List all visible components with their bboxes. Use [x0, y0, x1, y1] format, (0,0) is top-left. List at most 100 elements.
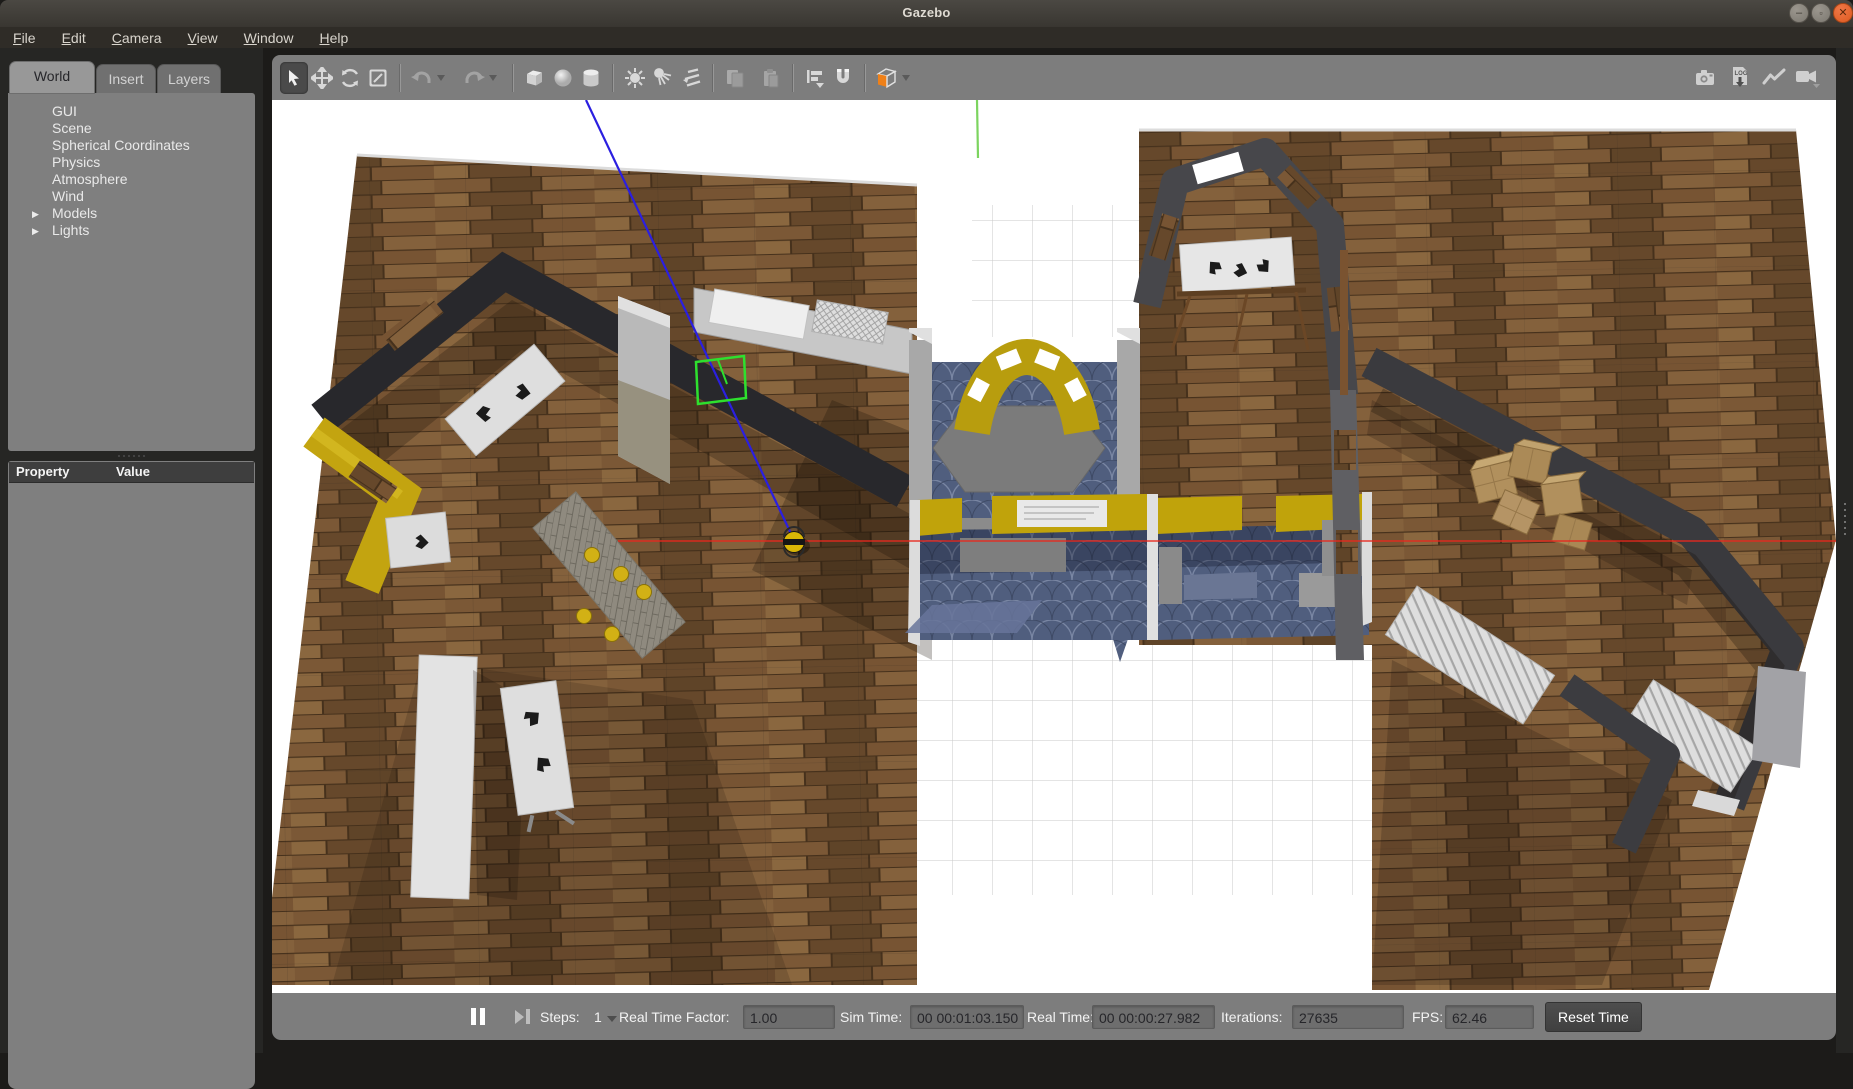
svg-text:LOG: LOG — [1735, 71, 1748, 77]
steps-label: Steps: — [540, 1009, 580, 1025]
tab-insert[interactable]: Insert — [97, 65, 155, 93]
tree-item-spherical-coordinates[interactable]: Spherical Coordinates — [52, 137, 190, 154]
move-icon — [311, 67, 333, 89]
point-light-button[interactable] — [621, 62, 649, 94]
snap-button[interactable] — [829, 62, 857, 94]
property-pane: Property Value — [8, 461, 255, 1089]
cylinder-icon — [579, 66, 603, 90]
undo-button[interactable] — [408, 62, 436, 94]
tab-layers[interactable]: Layers — [158, 65, 220, 93]
view-angle-caret[interactable] — [901, 62, 911, 94]
menu-window[interactable]: Window — [244, 30, 294, 46]
tree-item-scene[interactable]: Scene — [52, 120, 92, 137]
log-record-button[interactable]: LOG — [1726, 61, 1754, 93]
paste-icon — [759, 66, 783, 90]
copy-button[interactable] — [721, 62, 749, 94]
expand-arrow-icon[interactable]: ▶ — [32, 222, 39, 239]
splitter-dots-icon — [1844, 503, 1846, 535]
camera-icon — [1693, 65, 1719, 89]
select-tool-button[interactable] — [280, 62, 308, 94]
tree-item-atmosphere[interactable]: Atmosphere — [52, 171, 127, 188]
tab-world[interactable]: World — [10, 62, 94, 93]
steps-spinner[interactable]: 1 — [594, 993, 617, 1040]
pause-icon — [471, 1008, 485, 1025]
scene-canvas — [272, 100, 1836, 993]
fps-label: FPS: — [1412, 1009, 1443, 1025]
undo-history-caret[interactable] — [436, 62, 446, 94]
menu-edit[interactable]: Edit — [62, 30, 86, 46]
toolbar-separator — [864, 64, 866, 92]
menu-file[interactable]: File — [13, 30, 36, 46]
y-axis-line — [977, 100, 978, 158]
tree-item-wind[interactable]: Wind — [52, 188, 84, 205]
align-button[interactable] — [801, 62, 829, 94]
insert-sphere-button[interactable] — [549, 62, 577, 94]
panel-splitter-handle[interactable] — [8, 452, 255, 460]
insert-cylinder-button[interactable] — [577, 62, 605, 94]
real-time-value-field: 00 00:00:27.982 — [1092, 1005, 1215, 1029]
window-title: Gazebo — [0, 0, 1853, 26]
fps-value-field: 62.46 — [1445, 1005, 1534, 1029]
insert-box-button[interactable] — [521, 62, 549, 94]
log-file-icon: LOG — [1727, 64, 1753, 90]
menu-view[interactable]: View — [188, 30, 218, 46]
iterations-label: Iterations: — [1221, 1009, 1282, 1025]
real-time-label: Real Time: — [1027, 1009, 1094, 1025]
scale-tool-button[interactable] — [364, 62, 392, 94]
toolbar-separator — [712, 64, 714, 92]
right-panel-splitter[interactable] — [1836, 48, 1853, 1053]
expand-arrow-icon[interactable]: ▶ — [32, 205, 39, 222]
menu-help[interactable]: Help — [319, 30, 348, 46]
sphere-icon — [551, 66, 575, 90]
menu-camera[interactable]: Camera — [112, 30, 162, 46]
steps-value[interactable]: 1 — [594, 1009, 602, 1025]
cafe-table-small — [386, 512, 451, 568]
rtf-value-field[interactable]: 1.00 — [743, 1005, 835, 1029]
maximize-button[interactable]: ▫ — [1811, 3, 1831, 23]
spot-light-button[interactable] — [649, 62, 677, 94]
render-viewport[interactable] — [272, 100, 1836, 993]
chevron-down-icon — [489, 75, 497, 81]
redo-button[interactable] — [460, 62, 488, 94]
directional-light-button[interactable] — [677, 62, 705, 94]
left-panel: World Insert Layers GUI Scene Spherical … — [0, 48, 263, 1053]
plot-line-icon — [1761, 66, 1787, 88]
video-camera-icon — [1794, 65, 1822, 89]
video-record-button[interactable] — [1794, 61, 1822, 93]
redo-icon — [462, 67, 486, 89]
step-button[interactable] — [515, 993, 530, 1040]
tree-item-gui[interactable]: GUI — [52, 103, 77, 120]
chevron-down-icon — [437, 75, 445, 81]
wall-gray-mid — [618, 296, 670, 484]
property-table-header: Property Value — [9, 462, 254, 483]
paste-button[interactable] — [757, 62, 785, 94]
chevron-down-icon — [607, 1016, 617, 1022]
undo-icon — [410, 67, 434, 89]
directional-light-icon — [679, 66, 703, 90]
step-icon — [515, 1009, 530, 1024]
value-column-header: Value — [116, 462, 150, 482]
pause-button[interactable] — [471, 993, 485, 1040]
toolbar-right-group: LOG — [1692, 61, 1822, 93]
reset-time-button[interactable]: Reset Time — [1545, 1002, 1642, 1032]
world-tree: GUI Scene Spherical Coordinates Physics … — [8, 93, 255, 451]
close-button[interactable]: ✕ — [1833, 3, 1853, 23]
property-column-header: Property — [16, 462, 69, 482]
sun-icon — [623, 66, 647, 90]
redo-history-caret[interactable] — [488, 62, 498, 94]
toolbar-separator — [612, 64, 614, 92]
sim-time-value-field: 00 00:01:03.150 — [910, 1005, 1024, 1029]
sim-time-label: Sim Time: — [840, 1009, 902, 1025]
view-angle-button[interactable] — [873, 62, 901, 94]
tree-item-models[interactable]: Models — [52, 205, 97, 222]
tree-item-lights[interactable]: Lights — [52, 222, 89, 239]
rotate-tool-button[interactable] — [336, 62, 364, 94]
box-icon — [523, 66, 547, 90]
translate-tool-button[interactable] — [308, 62, 336, 94]
screenshot-button[interactable] — [1692, 61, 1720, 93]
align-icon — [803, 66, 827, 90]
minimize-button[interactable]: – — [1789, 3, 1809, 23]
plot-button[interactable] — [1760, 61, 1788, 93]
arch-table — [1179, 237, 1294, 293]
tree-item-physics[interactable]: Physics — [52, 154, 100, 171]
